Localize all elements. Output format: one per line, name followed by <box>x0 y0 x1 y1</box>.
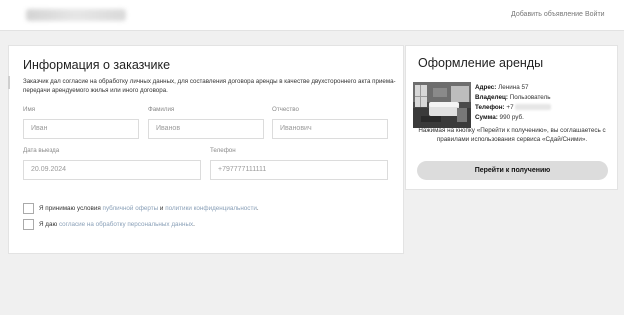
top-navbar: Добавить объявление Войти <box>0 0 624 31</box>
apartment-photo <box>413 82 471 128</box>
terms-note: Нажимая на кнопку «Перейти к получению»,… <box>418 127 606 143</box>
amount-label: Сумма: <box>475 114 498 121</box>
proceed-to-receive-button[interactable]: Перейти к получению <box>417 161 608 180</box>
apartment-photo-image <box>413 82 471 128</box>
first-name-label: Имя <box>23 106 36 113</box>
site-logo[interactable] <box>26 9 126 21</box>
owner-label: Владелец: <box>475 94 508 101</box>
personal-prefix: Я даю <box>39 221 59 228</box>
personal-data-checkbox[interactable] <box>23 219 34 230</box>
amount-value: 990 руб. <box>497 114 524 121</box>
privacy-policy-link[interactable]: политики конфиденциальности <box>165 205 257 212</box>
patronymic-input[interactable]: Иванович <box>272 119 388 139</box>
rental-details: Адрес: Ленина 57 Владелец: Пользователь … <box>475 83 552 123</box>
public-offer-link[interactable]: публичной оферты <box>103 205 159 212</box>
owner-line: Владелец: Пользователь <box>475 93 551 103</box>
patronymic-label: Отчество <box>272 106 299 113</box>
owner-phone-value: +7 <box>504 104 514 111</box>
last-name-label: Фамилия <box>148 106 175 113</box>
address-label: Адрес: <box>475 84 497 91</box>
phone-input[interactable]: +797777111111 <box>210 160 388 180</box>
personal-data-link[interactable]: согласие на обработку персональных данны… <box>59 221 193 228</box>
personal-suffix: . <box>193 221 195 228</box>
section-accent-bar <box>8 76 10 89</box>
departure-date-input[interactable]: 20.09.2024 <box>23 160 201 180</box>
offer-consent-checkbox[interactable] <box>23 203 34 214</box>
phone-label: Телефон <box>210 147 236 154</box>
add-listing-link[interactable]: Добавить объявление <box>511 11 583 18</box>
consent-description: Заказчик дал согласие на обработку личны… <box>23 78 396 94</box>
address-line: Адрес: Ленина 57 <box>475 83 551 93</box>
offer-prefix: Я принимаю условия <box>39 205 103 212</box>
offer-consent-text: Я принимаю условия публичной оферты и по… <box>39 205 259 212</box>
phone-line: Телефон: +7 <box>475 103 552 113</box>
personal-data-text: Я даю согласие на обработку персональных… <box>39 221 195 228</box>
phone-redacted <box>515 104 552 111</box>
login-link[interactable]: Войти <box>585 11 605 18</box>
customer-info-card: Информация о заказчике Заказчик дал согл… <box>8 45 404 254</box>
rental-title: Оформление аренды <box>418 56 544 70</box>
customer-info-title: Информация о заказчике <box>23 58 171 72</box>
address-value: Ленина 57 <box>496 84 529 91</box>
rental-summary-card: Оформление аренды Адрес: Ленина 57 Владе… <box>405 45 618 190</box>
offer-suffix: . <box>256 205 259 212</box>
departure-date-label: Дата выезда <box>23 147 60 154</box>
owner-value: Пользователь <box>507 94 551 101</box>
owner-phone-label: Телефон: <box>475 104 505 111</box>
first-name-input[interactable]: Иван <box>23 119 139 139</box>
amount-line: Сумма: 990 руб. <box>475 113 551 123</box>
last-name-input[interactable]: Иванов <box>148 119 264 139</box>
